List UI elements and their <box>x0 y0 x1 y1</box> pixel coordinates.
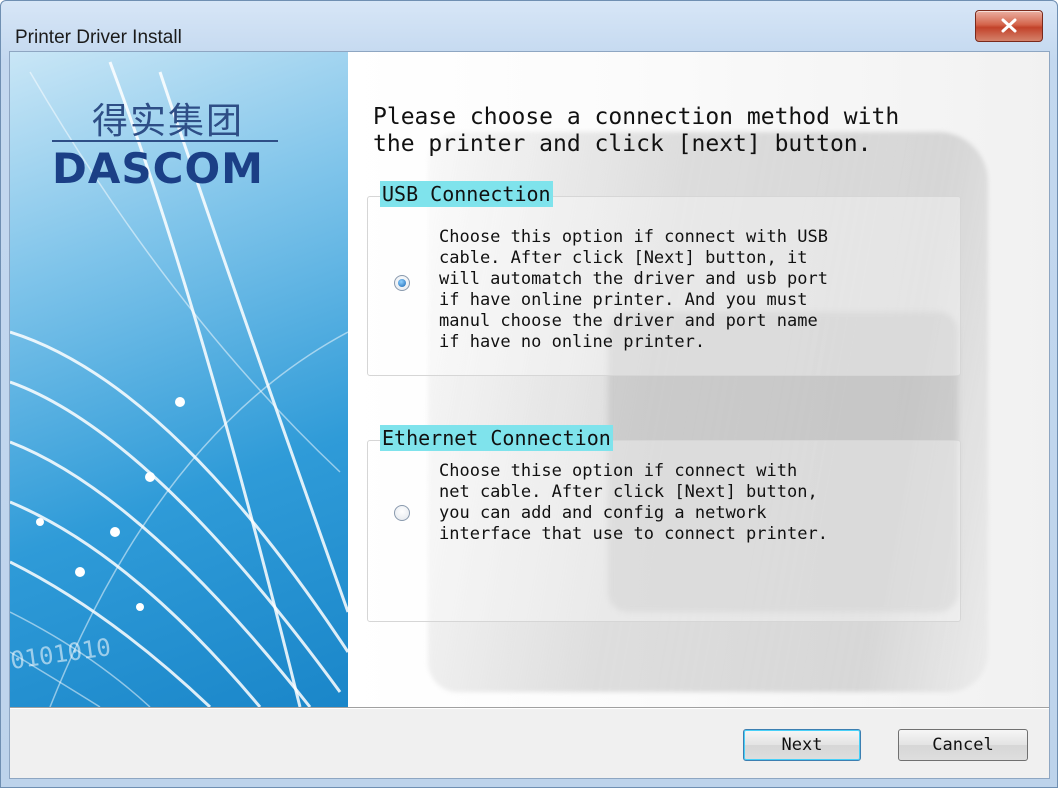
ethernet-option-label: Ethernet Connection <box>380 425 613 451</box>
brand-banner: 得实集团 DASCOM 0101010 <box>10 52 348 707</box>
ethernet-option-group: Ethernet Connection Choose thise option … <box>367 425 961 622</box>
instruction-text: Please choose a connection method with t… <box>373 104 900 157</box>
close-button[interactable] <box>975 10 1043 42</box>
content-panel: Please choose a connection method with t… <box>348 52 1049 707</box>
cancel-button[interactable]: Cancel <box>898 729 1028 761</box>
ethernet-connection-radio[interactable] <box>394 505 410 521</box>
window-title: Printer Driver Install <box>15 27 182 48</box>
close-icon <box>1001 18 1017 33</box>
usb-option-group: USB Connection Choose this option if con… <box>367 181 961 376</box>
footer-separator <box>10 707 1049 709</box>
ethernet-option-description: Choose thise option if connect with net … <box>439 461 828 544</box>
next-button[interactable]: Next <box>743 729 861 761</box>
usb-option-label: USB Connection <box>380 181 553 207</box>
brand-logo-english: DASCOM <box>52 144 264 193</box>
usb-option-description: Choose this option if connect with USB c… <box>439 227 828 352</box>
dialog-client-area: 得实集团 DASCOM 0101010 Please choose a conn… <box>9 51 1050 779</box>
brand-logo-chinese: 得实集团 <box>92 101 245 142</box>
title-bar[interactable]: Printer Driver Install <box>1 1 1057 49</box>
installer-window: Printer Driver Install 得实集团 DASCOM 01010… <box>0 0 1058 788</box>
usb-connection-radio[interactable] <box>394 275 410 291</box>
